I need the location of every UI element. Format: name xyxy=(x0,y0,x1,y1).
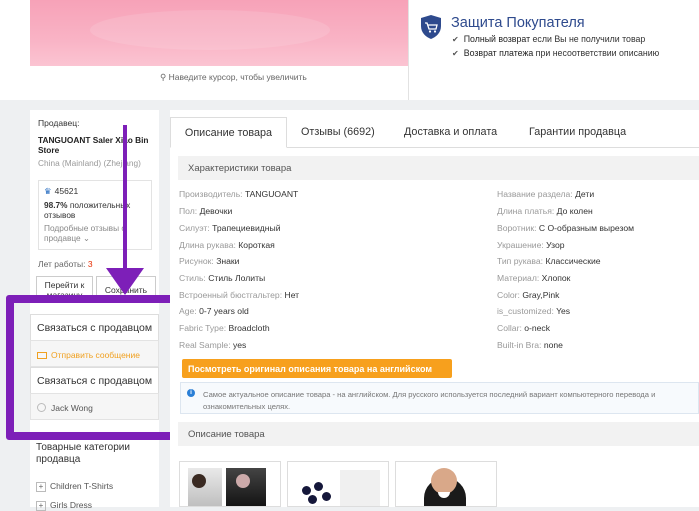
tab-reviews[interactable]: Отзывы (6692) xyxy=(301,117,375,148)
checkmark-icon: ✔ xyxy=(452,35,459,44)
spec-item: Collar: o-neck xyxy=(497,323,551,333)
feedback-score: ♛ 45621 xyxy=(44,186,79,196)
spec-item: Название раздела: Дети xyxy=(497,189,595,199)
spec-item: Силуэт: Трапециевидный xyxy=(179,223,281,233)
spec-item: Age: 0-7 years old xyxy=(179,306,249,316)
spec-item: Рисунок: Знаки xyxy=(179,256,240,266)
tab-seller-guarantees[interactable]: Гарантии продавца xyxy=(529,117,626,148)
detailed-feedback-link[interactable]: Подробные отзывы о продавце ⌄ xyxy=(44,223,144,243)
spec-item: Стиль: Стиль Лолиты xyxy=(179,273,266,283)
category-item[interactable]: + Children T-Shirts xyxy=(36,481,113,492)
checkmark-icon: ✔ xyxy=(452,49,459,58)
product-image[interactable] xyxy=(30,0,408,66)
specs-header: Характеристики товара xyxy=(178,156,699,180)
buyer-protection-title: Защита Покупателя xyxy=(451,15,585,31)
spec-item: Built-in Bra: none xyxy=(497,340,563,350)
spec-item: Пол: Девочки xyxy=(179,206,233,216)
positive-feedback: 98.7% положительных отзывов xyxy=(44,200,131,220)
magnifier-icon: ⚲ xyxy=(160,72,169,82)
spec-item: Real Sample: yes xyxy=(179,340,247,350)
info-icon: i xyxy=(187,389,195,397)
spec-item: Fabric Type: Broadcloth xyxy=(179,323,270,333)
translation-notice-text: Самое актуальное описание товара - на ан… xyxy=(203,390,656,411)
chevron-down-icon: ⌄ xyxy=(83,233,90,243)
spec-item: Производитель: TANGUOANT xyxy=(179,189,299,199)
protection-line-return: ✔ Возврат платежа при несоответствии опис… xyxy=(452,48,660,58)
category-item[interactable]: + Girls Dress xyxy=(36,500,92,511)
seller-label: Продавец: xyxy=(38,118,80,128)
spec-item: Тип рукава: Классические xyxy=(497,256,601,266)
view-english-original-button[interactable]: Посмотреть оригинал описания товара на а… xyxy=(182,359,452,378)
spec-item: Color: Gray,Pink xyxy=(497,290,560,300)
related-product-thumbnail[interactable] xyxy=(287,461,389,507)
description-header: Описание товара xyxy=(178,422,699,446)
spec-item: is_customized: Yes xyxy=(497,306,571,316)
arrow-annotation-head xyxy=(106,268,144,295)
tab-shipping[interactable]: Доставка и оплата xyxy=(404,117,497,148)
shield-cart-icon xyxy=(421,15,441,39)
related-product-thumbnail[interactable] xyxy=(179,461,281,507)
expand-plus-icon[interactable]: + xyxy=(36,482,46,492)
arrow-annotation-shaft xyxy=(123,125,127,275)
spec-item: Украшение: Узор xyxy=(497,240,565,250)
years-in-business: Лет работы: 3 xyxy=(38,259,93,269)
spec-item: Материал: Хлопок xyxy=(497,273,571,283)
spec-item: Длина платья: До колен xyxy=(497,206,593,216)
highlight-box-annotation xyxy=(6,295,183,440)
spec-item: Встроенный бюстгальтер: Нет xyxy=(179,290,300,300)
medal-icon: ♛ xyxy=(44,186,52,196)
spec-item: Воротник: С О-образным вырезом xyxy=(497,223,635,233)
related-product-thumbnail[interactable] xyxy=(395,461,497,507)
zoom-hint: ⚲ Наведите курсор, чтобы увеличить xyxy=(160,72,307,82)
protection-line-refund: ✔ Полный возврат если Вы не получили това… xyxy=(452,34,646,44)
store-name-link[interactable]: TANGUOANT Saler Xiao Bin Store xyxy=(38,135,156,155)
tab-description[interactable]: Описание товара xyxy=(170,117,287,148)
divider xyxy=(408,0,409,100)
store-categories-title: Товарные категории продавца xyxy=(36,442,130,465)
expand-plus-icon[interactable]: + xyxy=(36,501,46,511)
spec-item: Длина рукава: Короткая xyxy=(179,240,275,250)
